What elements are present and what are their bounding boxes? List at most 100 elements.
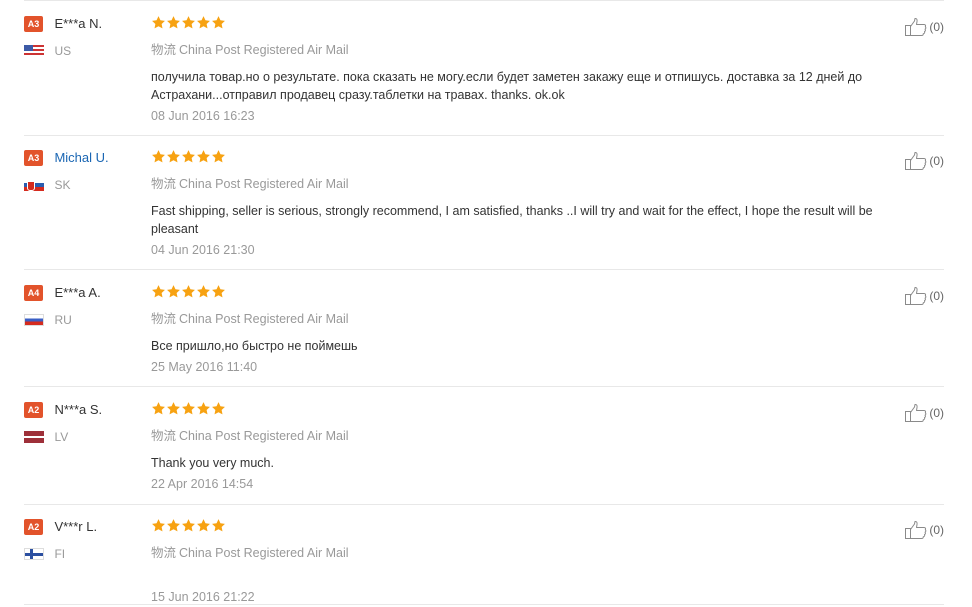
star-icon bbox=[166, 401, 181, 416]
star-icon bbox=[181, 15, 196, 30]
thumbs-up-icon[interactable] bbox=[904, 403, 928, 423]
reviewer-name: N***a S. bbox=[54, 402, 103, 418]
review-content: 物流 China Post Registered Air Mail Fast sh… bbox=[151, 149, 916, 257]
country-code: US bbox=[54, 43, 72, 58]
helpful-vote[interactable]: (0) bbox=[904, 151, 944, 171]
star-icon bbox=[151, 149, 166, 164]
reviewer-country: LV bbox=[24, 428, 144, 444]
star-rating bbox=[151, 15, 916, 31]
review-item: A4 E***a A. RU 物流 China Post Registered A… bbox=[24, 270, 944, 387]
review-text: получила товар.но о результате. пока ска… bbox=[151, 70, 863, 102]
logistics-info: 物流 China Post Registered Air Mail bbox=[151, 425, 916, 444]
review-content: 物流 China Post Registered Air Mail Все при… bbox=[151, 284, 916, 374]
review-date: 25 May 2016 11:40 bbox=[151, 360, 258, 374]
logistics-info: 物流 China Post Registered Air Mail bbox=[151, 39, 916, 58]
helpful-count: (0) bbox=[929, 289, 944, 303]
star-icon bbox=[166, 518, 181, 533]
flag-ru-icon bbox=[24, 313, 44, 326]
buyer-level-badge: A2 bbox=[24, 518, 43, 535]
star-icon bbox=[151, 518, 166, 533]
review-content: 物流 China Post Registered Air Mail получил… bbox=[151, 15, 916, 123]
reviewer-info: A3 E***a N. US bbox=[24, 15, 144, 58]
helpful-count: (0) bbox=[929, 20, 944, 34]
logistics-method: China Post Registered Air Mail bbox=[179, 429, 349, 443]
helpful-vote[interactable]: (0) bbox=[904, 403, 944, 423]
country-code: SK bbox=[54, 177, 71, 192]
flag-fi-icon bbox=[24, 547, 44, 560]
logistics-method: China Post Registered Air Mail bbox=[179, 312, 349, 326]
thumbs-up-icon[interactable] bbox=[904, 520, 928, 540]
star-icon bbox=[181, 518, 196, 533]
star-icon bbox=[166, 15, 181, 30]
logistics-method: China Post Registered Air Mail bbox=[179, 177, 349, 191]
review-item: A3 E***a N. US 物流 China Post Registered A… bbox=[24, 0, 944, 136]
reviewer-country: US bbox=[24, 42, 144, 58]
country-code: FI bbox=[54, 546, 66, 561]
star-icon bbox=[181, 284, 196, 299]
review-list: A3 E***a N. US 物流 China Post Registered A… bbox=[0, 0, 972, 607]
star-icon bbox=[166, 149, 181, 164]
helpful-vote[interactable]: (0) bbox=[904, 17, 944, 37]
star-rating bbox=[151, 284, 916, 300]
logistics-label: 物流 bbox=[151, 429, 177, 443]
review-content: 物流 China Post Registered Air Mail 15 Jun … bbox=[151, 518, 916, 604]
review-date: 22 Apr 2016 14:54 bbox=[151, 477, 254, 491]
logistics-label: 物流 bbox=[151, 546, 177, 560]
buyer-level-badge: A3 bbox=[24, 149, 43, 166]
reviewer-name: V***r L. bbox=[54, 519, 98, 535]
review-text: Thank you very much. bbox=[151, 456, 274, 470]
star-icon bbox=[196, 518, 211, 533]
star-icon bbox=[151, 401, 166, 416]
country-code: RU bbox=[54, 312, 72, 327]
logistics-info: 物流 China Post Registered Air Mail bbox=[151, 308, 916, 327]
reviewer-info: A2 V***r L. FI bbox=[24, 518, 144, 561]
star-icon bbox=[211, 284, 226, 299]
logistics-method: China Post Registered Air Mail bbox=[179, 546, 349, 560]
buyer-level-badge: A2 bbox=[24, 401, 43, 418]
star-icon bbox=[166, 284, 181, 299]
helpful-count: (0) bbox=[929, 154, 944, 168]
review-text: Fast shipping, seller is serious, strong… bbox=[151, 204, 873, 236]
logistics-label: 物流 bbox=[151, 43, 177, 57]
logistics-label: 物流 bbox=[151, 312, 177, 326]
star-icon bbox=[181, 149, 196, 164]
review-item: A2 N***a S. LV 物流 China Post Registered A… bbox=[24, 387, 944, 505]
review-date: 15 Jun 2016 21:22 bbox=[151, 590, 255, 604]
reviewer-country: RU bbox=[24, 311, 144, 327]
review-item: A3 Michal U. SK 物流 China Post Registered … bbox=[24, 135, 944, 270]
star-icon bbox=[196, 284, 211, 299]
helpful-vote[interactable]: (0) bbox=[904, 286, 944, 306]
thumbs-up-icon[interactable] bbox=[904, 286, 928, 306]
logistics-label: 物流 bbox=[151, 177, 177, 191]
star-icon bbox=[196, 401, 211, 416]
review-content: 物流 China Post Registered Air Mail Thank y… bbox=[151, 401, 916, 491]
review-item: A2 V***r L. FI 物流 China Post Registered A… bbox=[24, 504, 944, 605]
star-icon bbox=[151, 15, 166, 30]
star-icon bbox=[181, 401, 196, 416]
reviewer-info: A4 E***a A. RU bbox=[24, 284, 144, 327]
buyer-level-badge: A4 bbox=[24, 284, 43, 301]
star-icon bbox=[211, 149, 226, 164]
star-icon bbox=[151, 284, 166, 299]
flag-sk-icon bbox=[24, 178, 44, 191]
country-code: LV bbox=[54, 429, 69, 444]
reviewer-name: E***a A. bbox=[54, 285, 101, 301]
reviewer-info: A3 Michal U. SK bbox=[24, 149, 144, 192]
thumbs-up-icon[interactable] bbox=[904, 151, 928, 171]
review-text: Все пришло,но быстро не поймешь bbox=[151, 339, 358, 353]
thumbs-up-icon[interactable] bbox=[904, 17, 928, 37]
logistics-info: 物流 China Post Registered Air Mail bbox=[151, 173, 916, 192]
helpful-vote[interactable]: (0) bbox=[904, 520, 944, 540]
helpful-count: (0) bbox=[929, 406, 944, 420]
star-rating bbox=[151, 401, 916, 417]
logistics-info: 物流 China Post Registered Air Mail bbox=[151, 542, 916, 561]
star-icon bbox=[196, 15, 211, 30]
review-date: 04 Jun 2016 21:30 bbox=[151, 243, 255, 257]
flag-us-icon bbox=[24, 44, 44, 57]
star-rating bbox=[151, 149, 916, 165]
reviewer-name: E***a N. bbox=[54, 16, 103, 32]
reviewer-name-link[interactable]: Michal U. bbox=[54, 150, 108, 165]
star-icon bbox=[211, 401, 226, 416]
review-date: 08 Jun 2016 16:23 bbox=[151, 109, 255, 123]
reviewer-country: FI bbox=[24, 545, 144, 561]
